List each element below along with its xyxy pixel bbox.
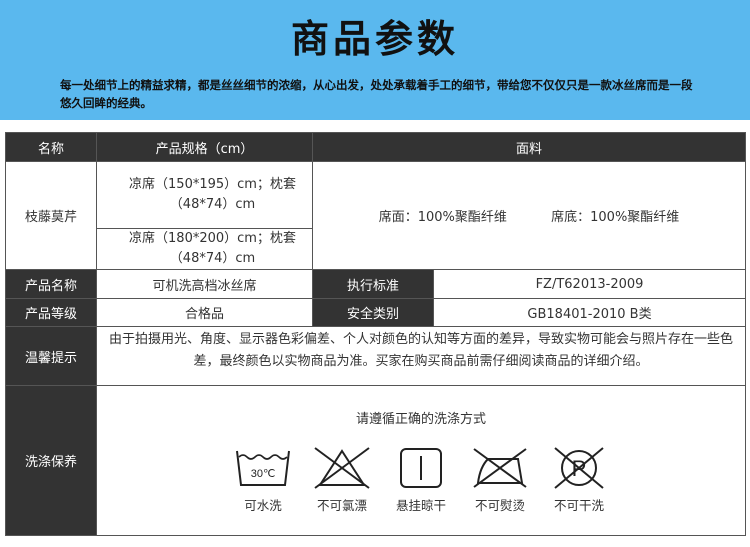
wash-icon-label: 悬挂晾干 xyxy=(395,497,446,513)
wash-instructions-title: 请遵循正确的洗涤方式 xyxy=(356,411,487,427)
fabric-cell: 席面：100%聚酯纤维 席底：100%聚酯纤维 xyxy=(311,161,747,270)
row-label: 执行标准 xyxy=(312,269,434,299)
spec-cell-1: 凉席（150*195）cm；枕套（48*74）cm xyxy=(96,161,313,229)
wash-icon-item: 不可氯漂 xyxy=(312,445,372,514)
wash-care-label: 洗涤保养 xyxy=(5,385,97,536)
table-row: 产品名称 可机洗高档冰丝席 执行标准 FZ/T62013-2009 xyxy=(5,269,747,299)
row-value: 可机洗高档冰丝席 xyxy=(96,269,313,299)
wash-icon-label: 不可氯漂 xyxy=(316,497,367,513)
wash-icon-label: 不可熨烫 xyxy=(474,497,525,513)
hang-dry-icon xyxy=(400,447,442,488)
wash-temperature-text: 30℃ xyxy=(251,468,276,480)
row-value: GB18401-2010 B类 xyxy=(432,298,747,327)
spec-cell-2: 凉席（180*200）cm；枕套（48*74）cm xyxy=(96,228,313,270)
wash-icon-item: 悬挂晾干 xyxy=(391,445,451,514)
row-value: 合格品 xyxy=(96,298,313,327)
wash-icon-label: 不可干洗 xyxy=(553,497,604,513)
wash-icon-label: 可水洗 xyxy=(244,497,282,513)
table-row: 温馨提示 由于拍摄用光、角度、显示器色彩偏差、个人对颜色的认知等方面的差异，导致… xyxy=(5,326,747,386)
header-name-cell: 名称 xyxy=(5,132,97,162)
table-row: 产品等级 合格品 安全类别 GB18401-2010 B类 xyxy=(5,298,747,327)
warm-tip-label: 温馨提示 xyxy=(5,326,97,386)
wash-icon-item: P 不可干洗 xyxy=(549,445,609,514)
wash-icon-item: 30℃ 可水洗 xyxy=(233,445,293,514)
row-value: FZ/T62013-2009 xyxy=(432,269,747,299)
wash-icons-row: 30℃ 可水洗 不可氯漂 悬挂晾干 不可熨烫 不可干洗 xyxy=(103,445,739,514)
row-label: 产品名称 xyxy=(5,269,97,299)
product-parameters-table: 名称 产品规格（cm） 面料 枝藤莫芹 凉席（150*195）cm；枕套（48*… xyxy=(5,132,747,536)
no-bleach-icon xyxy=(314,446,370,489)
table-row: 枝藤莫芹 凉席（150*195）cm；枕套（48*74）cm 席面：100%聚酯… xyxy=(5,161,747,270)
no-dry-clean-icon: P xyxy=(554,446,604,489)
page-header: 商品参数 每一处细节上的精益求精，都是丝丝细节的浓缩，从心出发，处处承载着手工的… xyxy=(0,0,750,120)
row-label: 安全类别 xyxy=(312,298,434,327)
no-iron-icon xyxy=(473,447,527,488)
page-title: 商品参数 xyxy=(290,17,459,61)
header-fabric-cell: 面料 xyxy=(311,132,747,162)
hand-wash-30-icon: 30℃ xyxy=(236,450,290,486)
header-description: 每一处细节上的精益求精，都是丝丝细节的浓缩，从心出发，处处承载着手工的细节，带给… xyxy=(60,78,693,110)
warm-tip-text: 由于拍摄用光、角度、显示器色彩偏差、个人对颜色的认知等方面的差异，导致实物可能会… xyxy=(95,326,747,386)
header-spec-cell: 产品规格（cm） xyxy=(96,132,313,162)
table-row: 洗涤保养 请遵循正确的洗涤方式 30℃ 可水洗 不可氯漂 悬挂晾干 不可熨烫 不… xyxy=(5,385,747,536)
wash-care-cell: 请遵循正确的洗涤方式 30℃ 可水洗 不可氯漂 悬挂晾干 不可熨烫 不可干洗 xyxy=(95,385,747,536)
fabric-bottom-text: 席底：100%聚酯纤维 xyxy=(551,210,680,225)
wash-icon-item: 不可熨烫 xyxy=(470,445,530,514)
product-name-cell: 枝藤莫芹 xyxy=(5,161,97,270)
fabric-top-text: 席面：100%聚酯纤维 xyxy=(378,210,507,225)
row-label: 产品等级 xyxy=(5,298,97,327)
table-header-row: 名称 产品规格（cm） 面料 xyxy=(5,132,747,162)
